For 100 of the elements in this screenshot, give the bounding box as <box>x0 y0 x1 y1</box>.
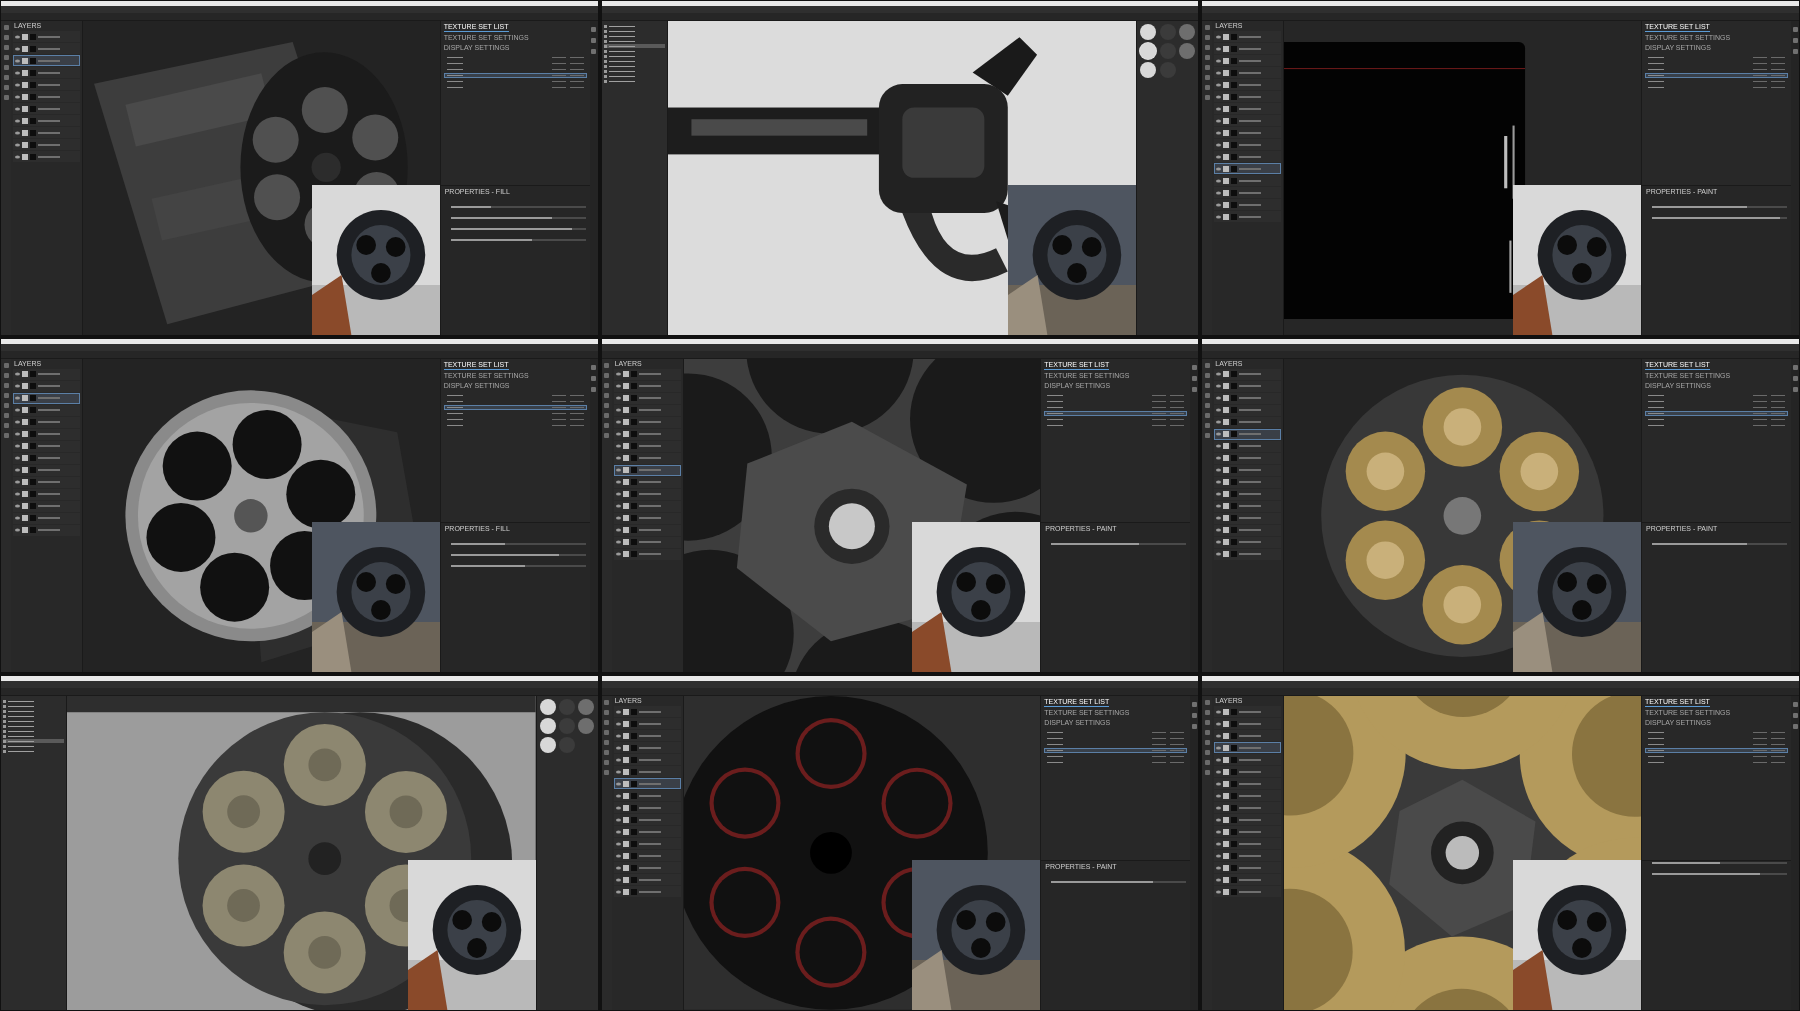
eye-icon[interactable] <box>1216 781 1222 786</box>
eye-icon[interactable] <box>615 793 621 798</box>
eye-icon[interactable] <box>1216 516 1222 521</box>
texture-set-row[interactable] <box>1645 73 1788 78</box>
layer-row[interactable] <box>13 368 80 380</box>
texture-set-row[interactable] <box>1044 748 1188 754</box>
layer-row[interactable] <box>613 524 681 536</box>
texture-set-row[interactable] <box>1645 61 1788 66</box>
layer-row[interactable] <box>1214 115 1282 126</box>
layer-row[interactable] <box>1214 874 1282 886</box>
eye-icon[interactable] <box>1216 865 1222 870</box>
eye-icon[interactable] <box>615 444 621 449</box>
texture-set-row[interactable] <box>1645 410 1788 416</box>
eye-icon[interactable] <box>1216 841 1222 846</box>
layer-row[interactable] <box>1214 43 1282 54</box>
layer-row[interactable] <box>1214 31 1282 42</box>
eye-icon[interactable] <box>15 154 20 159</box>
slider[interactable] <box>1652 205 1787 208</box>
layer-row[interactable] <box>13 512 80 524</box>
layer-row[interactable] <box>1214 742 1282 754</box>
layer-row[interactable] <box>1214 548 1282 560</box>
layer-row[interactable] <box>613 826 681 838</box>
eye-icon[interactable] <box>1216 178 1222 183</box>
texture-set-row[interactable] <box>1645 79 1788 84</box>
layer-row[interactable] <box>13 103 80 114</box>
eye-icon[interactable] <box>15 130 20 135</box>
eye-icon[interactable] <box>15 82 20 87</box>
eye-icon[interactable] <box>615 516 621 521</box>
eye-icon[interactable] <box>1216 384 1222 389</box>
eye-icon[interactable] <box>1216 396 1222 401</box>
texture-set-row[interactable] <box>1044 410 1188 416</box>
layer-row[interactable] <box>13 31 80 42</box>
eye-icon[interactable] <box>15 58 20 63</box>
layer-row[interactable] <box>13 524 80 536</box>
layer-row[interactable] <box>1214 790 1282 802</box>
layer-row[interactable] <box>1214 163 1282 174</box>
eye-icon[interactable] <box>15 106 20 111</box>
eye-icon[interactable] <box>1216 166 1222 171</box>
layer-row[interactable] <box>613 548 681 560</box>
tree-row[interactable] <box>3 739 64 744</box>
layer-row[interactable] <box>1214 754 1282 766</box>
texture-set-row[interactable] <box>1645 398 1788 404</box>
eye-icon[interactable] <box>615 805 621 810</box>
layer-row[interactable] <box>1214 464 1282 476</box>
layer-row[interactable] <box>613 440 681 452</box>
eye-icon[interactable] <box>15 432 20 437</box>
eye-icon[interactable] <box>15 384 20 389</box>
texture-set-row[interactable] <box>1645 55 1788 60</box>
layer-row[interactable] <box>1214 886 1282 898</box>
layer-row[interactable] <box>1214 802 1282 814</box>
layer-row[interactable] <box>1214 127 1282 138</box>
layer-row[interactable] <box>613 730 681 742</box>
layer-row[interactable] <box>1214 392 1282 404</box>
layer-row[interactable] <box>13 91 80 102</box>
eye-icon[interactable] <box>615 420 621 425</box>
eye-icon[interactable] <box>615 757 621 762</box>
layer-row[interactable] <box>613 404 681 416</box>
eye-icon[interactable] <box>1216 793 1222 798</box>
eye-icon[interactable] <box>15 94 20 99</box>
layer-row[interactable] <box>13 392 80 404</box>
eye-icon[interactable] <box>1216 468 1222 473</box>
layer-row[interactable] <box>613 428 681 440</box>
slider[interactable] <box>450 565 586 568</box>
eye-icon[interactable] <box>15 408 20 413</box>
eye-icon[interactable] <box>615 552 621 557</box>
layer-row[interactable] <box>1214 103 1282 114</box>
layer-row[interactable] <box>1214 55 1282 66</box>
layer-row[interactable] <box>1214 524 1282 536</box>
layer-row[interactable] <box>613 476 681 488</box>
eye-icon[interactable] <box>1216 154 1222 159</box>
layer-row[interactable] <box>613 488 681 500</box>
layer-row[interactable] <box>1214 187 1282 198</box>
eye-icon[interactable] <box>1216 721 1222 726</box>
layer-row[interactable] <box>613 766 681 778</box>
layer-row[interactable] <box>613 718 681 730</box>
layer-row[interactable] <box>1214 778 1282 790</box>
layer-row[interactable] <box>13 380 80 392</box>
layer-row[interactable] <box>13 127 80 138</box>
eye-icon[interactable] <box>1216 58 1222 63</box>
texture-set-row[interactable] <box>1645 742 1788 748</box>
eye-icon[interactable] <box>615 456 621 461</box>
layer-row[interactable] <box>613 742 681 754</box>
eye-icon[interactable] <box>615 733 621 738</box>
eye-icon[interactable] <box>1216 540 1222 545</box>
eye-icon[interactable] <box>615 432 621 437</box>
layer-row[interactable] <box>613 790 681 802</box>
eye-icon[interactable] <box>615 745 621 750</box>
eye-icon[interactable] <box>1216 805 1222 810</box>
eye-icon[interactable] <box>15 504 20 509</box>
eye-icon[interactable] <box>15 468 20 473</box>
eye-icon[interactable] <box>1216 130 1222 135</box>
layer-row[interactable] <box>13 476 80 488</box>
layer-row[interactable] <box>13 500 80 512</box>
layer-row[interactable] <box>13 404 80 416</box>
layer-row[interactable] <box>613 838 681 850</box>
layer-row[interactable] <box>1214 826 1282 838</box>
layer-row[interactable] <box>1214 536 1282 548</box>
layer-row[interactable] <box>613 754 681 766</box>
eye-icon[interactable] <box>615 468 621 473</box>
layer-row[interactable] <box>613 886 681 898</box>
